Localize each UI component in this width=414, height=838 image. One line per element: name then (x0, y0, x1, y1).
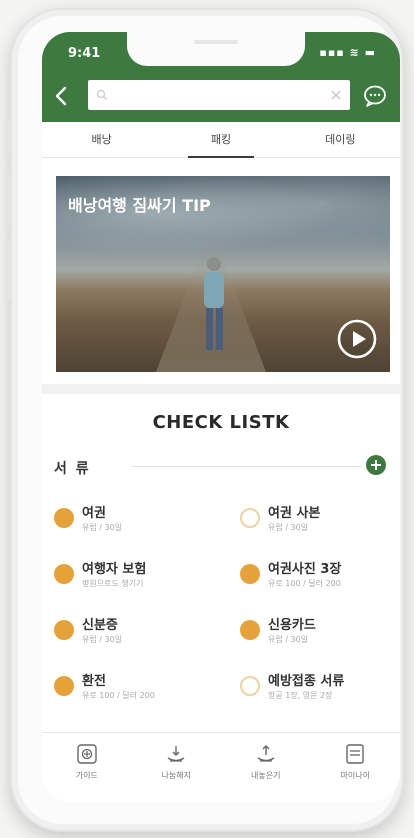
checkbox[interactable] (54, 508, 74, 528)
item-label: 신용카드 (268, 618, 316, 633)
checkbox[interactable] (240, 508, 260, 528)
search-icon (96, 89, 107, 100)
my-page-icon (346, 744, 364, 764)
clear-icon[interactable] (330, 89, 342, 101)
app-header: 9:41 ▪▪▪ ≋ ▬ (42, 32, 400, 122)
chat-bubble-icon[interactable] (362, 83, 388, 109)
phone-side-button (6, 170, 12, 230)
checklist-item[interactable]: 여권 사본 유럽 / 30일 (240, 502, 400, 542)
share-icon (167, 746, 185, 762)
item-label: 여행자 보험 (82, 562, 147, 577)
checklist-item[interactable]: 예방접종 서류 항공 1장, 영문 2장 (240, 670, 400, 710)
item-detail: 유럽 / 30일 (268, 635, 309, 644)
nav-label: 내놓은기 (251, 771, 281, 780)
checklist-item[interactable]: 신분증 유럽 / 30일 (54, 614, 224, 654)
category-tabs: 배낭 패킹 데이링 (42, 122, 400, 158)
checkbox[interactable] (240, 676, 260, 696)
app-screen: 9:41 ▪▪▪ ≋ ▬ 배낭 패킹 데이링 배낭여행 짐싸기 TIP CHEC… (42, 32, 400, 802)
item-detail: 유로 100 / 달러 200 (82, 691, 155, 700)
nav-item-share[interactable]: 나눔해지 (132, 733, 222, 802)
phone-side-button (6, 120, 12, 158)
item-detail: 유로 100 / 달러 200 (268, 579, 341, 588)
item-label: 여권사진 3장 (268, 562, 342, 577)
tab-third[interactable]: 데이링 (281, 122, 400, 157)
item-label: 환전 (82, 674, 106, 689)
nav-item-guide[interactable]: 가이드 (42, 733, 132, 802)
item-label: 여권 (82, 506, 106, 521)
category-divider (132, 466, 362, 467)
video-thumbnail[interactable]: 배낭여행 짐싸기 TIP (56, 176, 390, 372)
hiker-figure (204, 257, 224, 350)
tab-packing[interactable]: 패킹 (161, 122, 280, 158)
status-indicators: ▪▪▪ ≋ ▬ (319, 46, 376, 59)
nav-item-my-page[interactable]: 마이나이 (311, 733, 401, 802)
search-bar[interactable] (88, 80, 350, 110)
add-item-icon[interactable] (366, 455, 386, 475)
phone-side-button (6, 240, 12, 300)
tab-backpack[interactable]: 배낭 (42, 122, 161, 157)
item-detail: 유럽 / 30일 (82, 523, 123, 532)
checkbox[interactable] (240, 620, 260, 640)
checklist-item[interactable]: 여권 유럽 / 30일 (54, 502, 224, 542)
section-divider (42, 384, 400, 394)
search-input[interactable] (112, 88, 330, 102)
status-time: 9:41 (68, 46, 101, 61)
nav-item-upload[interactable]: 내놓은기 (221, 733, 311, 802)
guide-icon (77, 744, 97, 764)
checklist-item[interactable]: 신용카드 유럽 / 30일 (240, 614, 400, 654)
phone-notch (127, 32, 305, 66)
item-label: 신분증 (82, 618, 118, 633)
back-arrow-icon[interactable] (52, 84, 72, 108)
checkbox[interactable] (240, 564, 260, 584)
item-label: 여권 사본 (268, 506, 321, 521)
checkbox[interactable] (54, 620, 74, 640)
nav-label: 나눔해지 (161, 771, 191, 780)
item-label: 예방접종 서류 (268, 674, 345, 689)
bottom-navigation: 가이드 나눔해지 내놓은기 마이나이 (42, 732, 400, 802)
video-title: 배낭여행 짐싸기 TIP (68, 196, 211, 215)
play-icon[interactable] (336, 318, 378, 360)
nav-label: 가이드 (75, 771, 98, 780)
checkbox[interactable] (54, 564, 74, 584)
upload-icon (257, 745, 275, 762)
item-detail: 유럽 / 30일 (268, 523, 309, 532)
checklist-item[interactable]: 여권사진 3장 유로 100 / 달러 200 (240, 558, 400, 598)
checkbox[interactable] (54, 676, 74, 696)
checklist-item[interactable]: 환전 유로 100 / 달러 200 (54, 670, 224, 710)
category-label: 서 류 (54, 461, 91, 477)
checklist-item[interactable]: 여행자 보험 병원으로도 챙기기 (54, 558, 224, 598)
checklist-title: CHECK LISTK (152, 412, 290, 433)
nav-label: 마이나이 (340, 771, 370, 780)
item-detail: 유럽 / 30일 (82, 635, 123, 644)
item-detail: 항공 1장, 영문 2장 (268, 691, 333, 700)
item-detail: 병원으로도 챙기기 (82, 579, 144, 588)
